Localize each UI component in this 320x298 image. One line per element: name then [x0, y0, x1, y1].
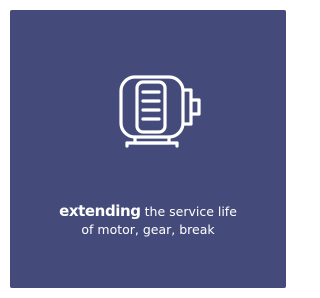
caption-rest: the service life [140, 204, 237, 219]
caption-line-1: extending the service life [10, 202, 286, 221]
caption-line-2: of motor, gear, break [81, 222, 215, 237]
feature-card: extending the service life of motor, gea… [10, 10, 286, 288]
electric-motor-icon [113, 68, 213, 152]
caption-emphasis: extending [59, 202, 141, 220]
feature-caption: extending the service life of motor, gea… [10, 202, 286, 239]
